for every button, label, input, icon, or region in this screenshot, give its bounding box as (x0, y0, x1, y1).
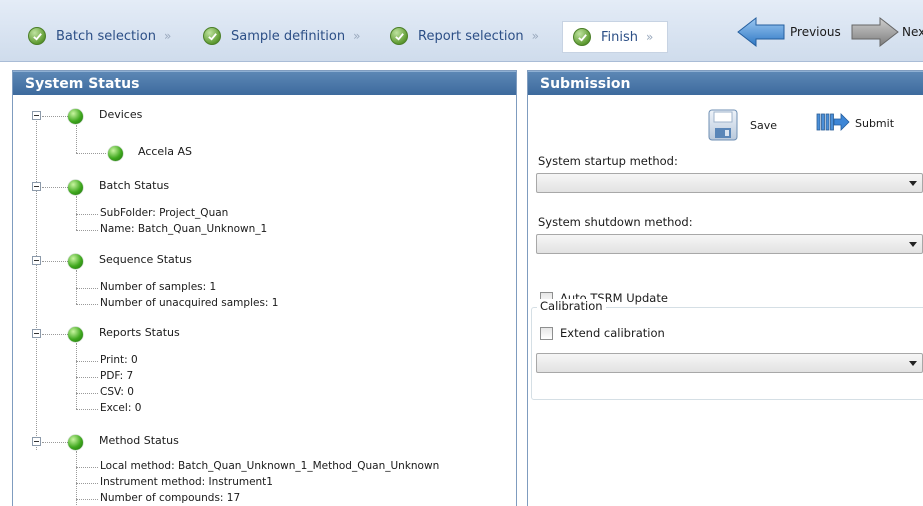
tree-leaf: Instrument method: Instrument1 (100, 476, 273, 488)
tree-node-batch-status[interactable]: Batch Status (99, 179, 169, 192)
status-ok-icon (68, 254, 83, 269)
extend-calibration-checkbox[interactable] (540, 327, 553, 340)
collapse-toggle[interactable] (32, 111, 41, 120)
wizard-bar: Batch selection » Sample definition » Re… (0, 0, 923, 62)
tree-leaf: Number of compounds: 17 (100, 492, 241, 504)
status-ok-icon (68, 180, 83, 195)
next-label: Nex (902, 25, 923, 39)
previous-button[interactable]: Previous (736, 12, 841, 52)
arrow-left-icon (737, 16, 785, 48)
submission-panel: Submission Save Submit System startup me… (527, 70, 923, 506)
step-label: Report selection (418, 28, 524, 44)
chevron-right-icon: » (163, 29, 172, 43)
status-ok-icon (108, 146, 123, 161)
calibration-title: Calibration (537, 299, 606, 313)
chevron-right-icon: » (353, 29, 361, 43)
tree-connector (36, 117, 37, 450)
step-sample-definition[interactable]: Sample definition » (203, 20, 360, 52)
calibration-select[interactable] (536, 353, 923, 373)
system-status-panel: System Status Devices Accela AS Batch St… (12, 70, 517, 506)
shutdown-method-label: System shutdown method: (538, 215, 693, 229)
tree-leaf: Excel: 0 (100, 402, 142, 414)
shutdown-method-select[interactable] (536, 234, 923, 254)
status-tree: Devices Accela AS Batch Status SubFolder… (13, 95, 516, 506)
tree-leaf: SubFolder: Project_Quan (100, 207, 229, 219)
previous-label: Previous (790, 25, 841, 39)
collapse-toggle[interactable] (32, 182, 41, 191)
status-ok-icon (68, 435, 83, 450)
step-finish[interactable]: Finish » (562, 21, 669, 53)
step-label: Batch selection (56, 28, 156, 44)
system-status-title: System Status (13, 71, 516, 95)
next-button[interactable]: Nex (850, 12, 923, 52)
floppy-disk-icon (708, 109, 738, 141)
tree-node-devices[interactable]: Devices (99, 108, 142, 121)
check-icon (390, 27, 408, 45)
tree-leaf: Accela AS (138, 145, 192, 158)
arrow-right-icon (851, 16, 899, 48)
tree-leaf: Name: Batch_Quan_Unknown_1 (100, 223, 268, 235)
step-label: Finish (601, 29, 639, 45)
tree-leaf: CSV: 0 (100, 386, 134, 398)
collapse-toggle[interactable] (32, 256, 41, 265)
save-label: Save (750, 118, 778, 132)
startup-method-select[interactable] (536, 173, 923, 193)
chevron-down-icon (909, 181, 917, 186)
extend-calibration-label: Extend calibration (560, 326, 665, 340)
submit-button[interactable]: Submit (816, 111, 894, 135)
tree-leaf: Number of samples: 1 (100, 281, 217, 293)
check-icon (28, 27, 46, 45)
tree-node-method-status[interactable]: Method Status (99, 434, 179, 447)
step-label: Sample definition (231, 28, 346, 44)
startup-method-label: System startup method: (538, 154, 678, 168)
tree-leaf: Number of unacquired samples: 1 (100, 297, 279, 309)
step-report-selection[interactable]: Report selection » (390, 20, 539, 52)
tree-node-sequence-status[interactable]: Sequence Status (99, 253, 192, 266)
chevron-right-icon: » (646, 30, 654, 44)
tree-leaf: PDF: 7 (100, 370, 134, 382)
tree-leaf: Print: 0 (100, 354, 138, 366)
check-icon (573, 28, 591, 46)
check-icon (203, 27, 221, 45)
collapse-toggle[interactable] (32, 329, 41, 338)
status-ok-icon (68, 109, 83, 124)
save-button[interactable]: Save (708, 109, 777, 141)
submit-label: Submit (855, 116, 895, 130)
chevron-down-icon (909, 361, 917, 366)
submission-title: Submission (528, 71, 923, 95)
tree-leaf: Local method: Batch_Quan_Unknown_1_Metho… (100, 460, 440, 472)
step-batch-selection[interactable]: Batch selection » (28, 20, 171, 52)
chevron-right-icon: » (531, 29, 540, 43)
status-ok-icon (68, 327, 83, 342)
chevron-down-icon (909, 242, 917, 247)
collapse-toggle[interactable] (32, 437, 41, 446)
submit-icon (816, 113, 850, 131)
tree-node-reports-status[interactable]: Reports Status (99, 326, 180, 339)
